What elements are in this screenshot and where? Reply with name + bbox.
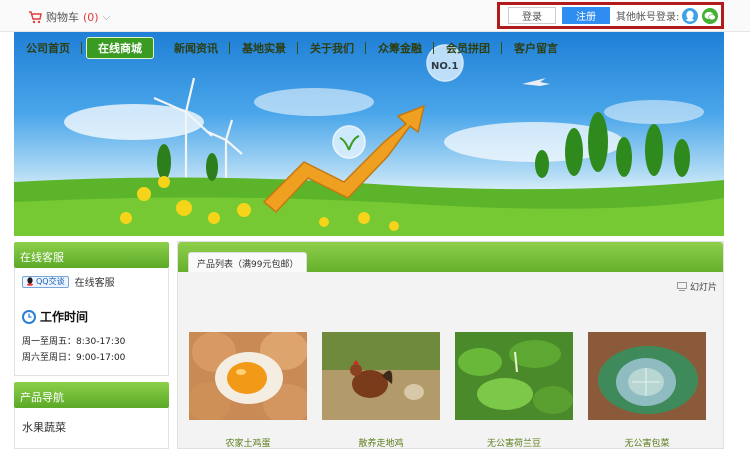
qq-service-row[interactable]: QQ交谈 在线客服 (22, 274, 115, 289)
slideshow-toggle[interactable]: 幻灯片 (676, 280, 717, 293)
product-card[interactable]: 无公害荷兰豆 (455, 332, 573, 449)
cart-link[interactable]: 购物车 (0) ⌵ (28, 9, 110, 25)
qq-badge-label: QQ交谈 (36, 277, 65, 286)
work-time-heading: 工作时间 (22, 308, 88, 325)
product-name[interactable]: 无公害荷兰豆 (455, 436, 573, 449)
product-image-eggs[interactable] (187, 330, 311, 424)
banner-illustration: NO.1 (14, 44, 724, 236)
chevron-down-icon: ⌵ (102, 11, 111, 23)
hours-weekend: 周六至周日：9:00-17:00 (22, 353, 126, 363)
nav-messages[interactable]: 客户留言 (502, 40, 570, 56)
qq-login-icon[interactable] (682, 7, 699, 24)
top-bar: 购物车 (0) ⌵ 登录 注册 其他帐号登录: (0, 0, 750, 32)
wechat-login-icon[interactable] (702, 7, 719, 24)
register-button[interactable]: 注册 (562, 7, 610, 24)
product-name[interactable]: 农家土鸡蛋 (189, 436, 307, 449)
main-nav: 公司首页 在线商城 新闻资讯 基地实景 关于我们 众筹金融 会员拼团 客户留言 (14, 37, 724, 59)
product-card[interactable]: 无公害包菜 (588, 332, 706, 449)
tab-product-list[interactable]: 产品列表（满99元包邮） (188, 252, 308, 272)
qq-service-label: 在线客服 (74, 278, 115, 289)
hero-banner: NO.1 公司首页 在线商城 新闻资讯 基地实景 关于我们 众筹金融 会员拼团 … (14, 32, 724, 236)
product-card[interactable]: 农家土鸡蛋 (187, 330, 311, 449)
qq-icon (27, 277, 33, 286)
nav-about-us[interactable]: 关于我们 (298, 40, 366, 56)
product-image-cabbage[interactable] (588, 332, 706, 420)
product-card[interactable]: 散养走地鸡 (322, 332, 440, 449)
category-header: 产品导航 (14, 382, 169, 408)
hours-weekday: 周一至周五：8:30-17:30 (22, 337, 126, 347)
clock-icon (22, 309, 36, 324)
product-section: 产品列表（满99元包邮） 幻灯片 农家土鸡蛋 散养走地鸡 无公害荷兰豆 无公害包… (177, 241, 724, 449)
nav-crowdfunding[interactable]: 众筹金融 (366, 40, 434, 56)
service-header: 在线客服 (14, 242, 169, 268)
category-item-fruit-veg[interactable]: 水果蔬菜 (22, 419, 66, 435)
login-button[interactable]: 登录 (508, 7, 556, 24)
nav-home[interactable]: 公司首页 (14, 40, 82, 56)
product-image-chicken[interactable] (322, 332, 440, 420)
slideshow-label: 幻灯片 (689, 283, 717, 293)
login-area: 登录 注册 其他帐号登录: (497, 2, 724, 29)
product-image-peas[interactable] (455, 332, 573, 420)
slideshow-icon (676, 282, 687, 291)
work-time-title: 工作时间 (40, 310, 89, 324)
product-name[interactable]: 散养走地鸡 (322, 436, 440, 449)
nav-news[interactable]: 新闻资讯 (162, 40, 230, 56)
nav-online-store[interactable]: 在线商城 (86, 37, 154, 59)
banner-badge: NO.1 (431, 61, 458, 72)
cart-label: 购物车 (46, 11, 79, 24)
nav-group-buy[interactable]: 会员拼团 (434, 40, 502, 56)
cart-icon (29, 10, 42, 23)
qq-chat-badge[interactable]: QQ交谈 (22, 275, 69, 288)
nav-base-gallery[interactable]: 基地实景 (230, 40, 298, 56)
product-name[interactable]: 无公害包菜 (588, 436, 706, 449)
cart-count: (0) (83, 10, 99, 24)
product-section-header: 产品列表（满99元包邮） (178, 242, 723, 272)
other-login-label: 其他帐号登录: (616, 12, 680, 23)
